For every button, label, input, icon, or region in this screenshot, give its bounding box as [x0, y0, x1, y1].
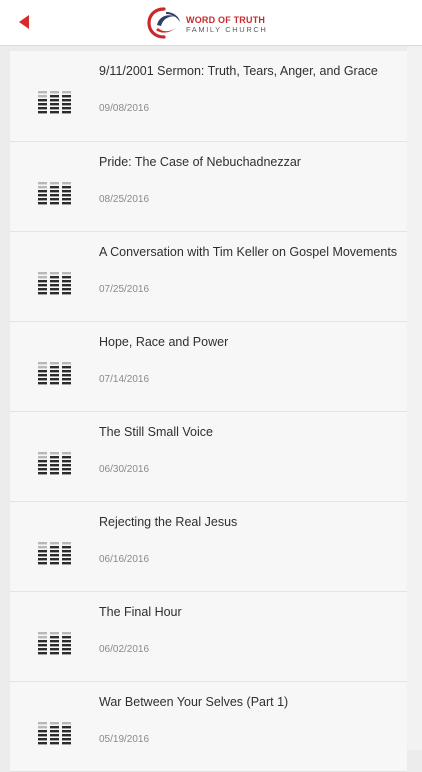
- back-button[interactable]: [12, 10, 36, 34]
- sermon-title: A Conversation with Tim Keller on Gospel…: [99, 245, 398, 259]
- sermon-row[interactable]: Rejecting the Real Jesus 06/16/2016: [10, 502, 407, 592]
- sermon-date: 05/19/2016: [99, 734, 150, 745]
- sermon-list: 9/11/2001 Sermon: Truth, Tears, Anger, a…: [10, 51, 407, 772]
- sermon-row[interactable]: The Still Small Voice 06/30/2016: [10, 412, 407, 502]
- sermon-title: Pride: The Case of Nebuchadnezzar: [99, 155, 301, 169]
- sermon-title: Hope, Race and Power: [99, 335, 229, 349]
- audio-levels-icon: [38, 542, 71, 565]
- logo-swoosh-icon: [147, 7, 180, 39]
- audio-levels-icon: [38, 632, 71, 655]
- sermon-date: 06/16/2016: [99, 554, 150, 565]
- app-header: WORD OF TRUTH FAMILY CHURCH: [0, 0, 422, 46]
- sermon-row[interactable]: Hope, Race and Power 07/14/2016: [10, 322, 407, 412]
- audio-levels-icon: [38, 182, 71, 205]
- sermon-title: 9/11/2001 Sermon: Truth, Tears, Anger, a…: [99, 64, 378, 78]
- logo-line2: FAMILY CHURCH: [186, 25, 268, 34]
- audio-levels-icon: [38, 452, 71, 475]
- back-arrow-icon: [19, 15, 29, 29]
- sermon-row[interactable]: War Between Your Selves (Part 1) 05/19/2…: [10, 682, 407, 772]
- sermon-date: 07/25/2016: [99, 284, 150, 295]
- sermon-title: Rejecting the Real Jesus: [99, 515, 238, 529]
- audio-levels-icon: [38, 272, 71, 295]
- sermon-date: 06/30/2016: [99, 464, 150, 475]
- logo-line1: WORD OF TRUTH: [186, 15, 266, 25]
- sermon-title: The Still Small Voice: [99, 425, 213, 439]
- sermon-date: 09/08/2016: [99, 103, 150, 114]
- sermon-title: The Final Hour: [99, 605, 182, 619]
- sermon-row[interactable]: A Conversation with Tim Keller on Gospel…: [10, 232, 407, 322]
- audio-levels-icon: [38, 91, 71, 114]
- sermon-row[interactable]: The Final Hour 06/02/2016: [10, 592, 407, 682]
- church-logo[interactable]: WORD OF TRUTH FAMILY CHURCH: [146, 6, 276, 40]
- sermon-date: 06/02/2016: [99, 644, 150, 655]
- sermon-title: War Between Your Selves (Part 1): [99, 695, 289, 709]
- sermon-date: 07/14/2016: [99, 374, 150, 385]
- right-gutter: [407, 46, 422, 750]
- sermon-row[interactable]: Pride: The Case of Nebuchadnezzar 08/25/…: [10, 142, 407, 232]
- audio-levels-icon: [38, 722, 71, 745]
- sermon-row[interactable]: 9/11/2001 Sermon: Truth, Tears, Anger, a…: [10, 51, 407, 142]
- logo-text: WORD OF TRUTH FAMILY CHURCH: [186, 16, 267, 34]
- sermon-date: 08/25/2016: [99, 194, 150, 205]
- audio-levels-icon: [38, 362, 71, 385]
